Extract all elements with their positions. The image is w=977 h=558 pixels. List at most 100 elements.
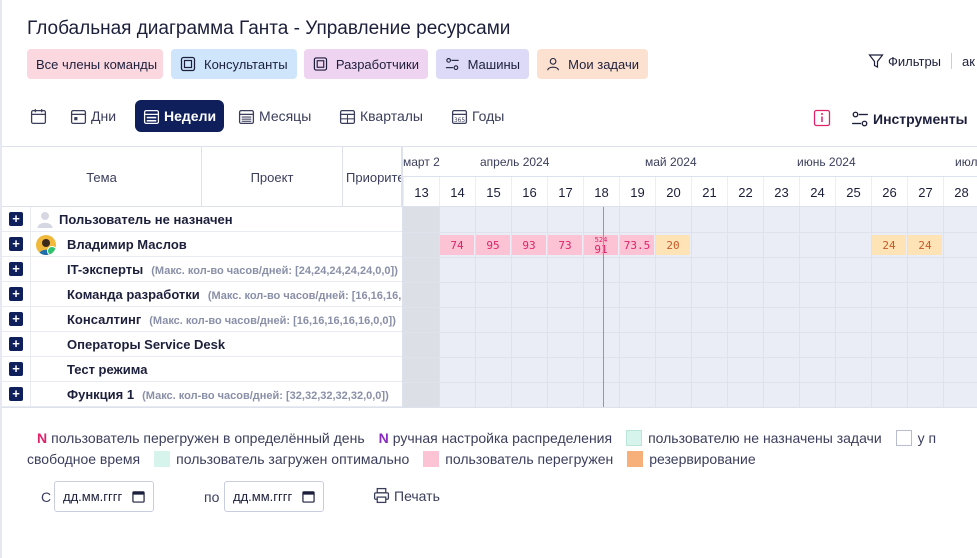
timeline-header: март 2 апрель 2024 май 2024 июнь 2024 ию… bbox=[402, 147, 977, 207]
resource-capacity: (Макс. кол-во часов/дней: [24,24,24,24,2… bbox=[151, 265, 398, 277]
chip-all-members[interactable]: Все члены команды bbox=[27, 49, 163, 79]
resource-name: Функция 1 (Макс. кол-во часов/дней: [32,3… bbox=[67, 387, 389, 402]
expand-button[interactable]: + bbox=[9, 362, 23, 376]
week-number: 14 bbox=[439, 177, 475, 206]
chip-consultants[interactable]: Консультанты bbox=[171, 49, 297, 79]
expand-button[interactable]: + bbox=[9, 212, 23, 226]
legend-text: пользователь загружен оптимально bbox=[176, 451, 410, 467]
chip-machines[interactable]: Машины bbox=[436, 49, 529, 79]
column-header-project[interactable]: Проект bbox=[202, 147, 343, 207]
expand-button[interactable]: + bbox=[9, 337, 23, 351]
expand-button[interactable]: + bbox=[9, 262, 23, 276]
week-number: 19 bbox=[619, 177, 655, 206]
grid-line bbox=[403, 232, 977, 233]
resource-name: Команда разработки (Макс. кол-во часов/дн… bbox=[67, 287, 454, 302]
legend-item-overloaded: пользователь перегружен bbox=[423, 451, 613, 467]
avatar bbox=[36, 235, 56, 255]
column-priority-label: Приорите bbox=[346, 169, 402, 185]
resource-name: IT-эксперты (Макс. кол-во часов/дней: [24… bbox=[67, 262, 398, 277]
scale-weeks-label: Недели bbox=[164, 108, 217, 124]
gantt-grid: Тема Проект Приорите март 2 апрель 2024 … bbox=[2, 146, 977, 408]
filters-button[interactable]: Фильтры ак bbox=[868, 53, 975, 69]
scale-months-button[interactable]: Месяцы bbox=[238, 100, 311, 132]
date-picker-icon[interactable] bbox=[132, 490, 145, 503]
calendar-button[interactable] bbox=[30, 100, 51, 132]
week-number: 25 bbox=[835, 177, 871, 206]
scale-years-button[interactable]: 365 Годы bbox=[451, 100, 504, 132]
chip-my-tasks[interactable]: Мои задачи bbox=[537, 49, 648, 79]
grid-line bbox=[403, 382, 977, 383]
resource-name: Тест режима bbox=[67, 362, 148, 377]
load-cell-overloaded[interactable]: 93 bbox=[512, 235, 546, 255]
scale-quarters-label: Кварталы bbox=[360, 108, 423, 124]
grid-line bbox=[403, 332, 977, 333]
month-label: май 2024 bbox=[645, 155, 697, 169]
load-cell-overloaded[interactable]: 95 bbox=[476, 235, 510, 255]
tools-button[interactable]: Инструменты bbox=[851, 110, 968, 128]
online-status-dot bbox=[47, 246, 56, 255]
info-icon[interactable] bbox=[813, 109, 831, 127]
legend-text: свободное время bbox=[27, 451, 141, 467]
unassigned-user-icon bbox=[37, 212, 53, 228]
expand-button[interactable]: + bbox=[9, 287, 23, 301]
load-cell-value: 91 bbox=[594, 243, 608, 256]
scale-days-button[interactable]: Дни bbox=[70, 100, 116, 132]
month-label: июл bbox=[955, 155, 977, 169]
scale-weeks-button[interactable]: Недели bbox=[135, 100, 225, 132]
column-header-tema[interactable]: Тема bbox=[2, 147, 202, 207]
legend-swatch bbox=[626, 430, 643, 446]
resource-capacity: (Макс. кол-во часов/дней: [32,32,32,32,3… bbox=[142, 390, 389, 402]
legend-n-red: N bbox=[37, 430, 48, 446]
expand-button[interactable]: + bbox=[9, 387, 23, 401]
legend-row-2: свободное время пользователь загружен оп… bbox=[27, 451, 770, 467]
legend-text: пользователь перегружен в определённый д… bbox=[51, 430, 365, 446]
date-from-placeholder: дд.мм.гггг bbox=[63, 489, 123, 504]
expand-button[interactable]: + bbox=[9, 312, 23, 326]
column-header-priority[interactable]: Приорите bbox=[343, 147, 402, 207]
legend-swatch bbox=[154, 451, 171, 467]
printer-icon bbox=[373, 487, 390, 504]
chip-developers-label: Разработчики bbox=[335, 56, 419, 72]
chip-machines-label: Машины bbox=[467, 56, 520, 72]
chip-consultants-label: Консультанты bbox=[204, 56, 288, 72]
legend-item-cut: у п bbox=[895, 430, 936, 446]
week-number: 24 bbox=[799, 177, 835, 206]
column-tema-label: Тема bbox=[86, 169, 117, 185]
print-button[interactable]: Печать bbox=[373, 487, 440, 504]
chip-developers[interactable]: Разработчики bbox=[304, 49, 428, 79]
load-cell-overloaded[interactable]: 73.5 bbox=[620, 235, 654, 255]
scale-months-label: Месяцы bbox=[259, 108, 312, 124]
load-cell-reserved[interactable]: 24 bbox=[908, 235, 942, 255]
calendar-day-icon bbox=[70, 109, 87, 124]
legend-item-free-time: свободное время bbox=[27, 451, 140, 467]
sliders-icon bbox=[445, 57, 459, 71]
user-icon bbox=[547, 57, 559, 71]
legend-swatch bbox=[627, 451, 644, 467]
legend-swatch bbox=[423, 451, 440, 467]
resource-title: IT-эксперты bbox=[67, 262, 144, 277]
load-cell-reserved[interactable]: 24 bbox=[872, 235, 906, 255]
load-cell-overloaded[interactable]: 74 bbox=[440, 235, 474, 255]
calendar-week-icon bbox=[143, 109, 160, 124]
filters-label: Фильтры bbox=[888, 53, 942, 69]
expand-button[interactable]: + bbox=[9, 237, 23, 251]
filters-separator bbox=[951, 53, 953, 69]
calendar-year-icon: 365 bbox=[451, 109, 468, 124]
date-to-label: по bbox=[204, 489, 220, 505]
timeline-body: 74 95 93 73 524 91 73.5 20 24 24 bbox=[402, 207, 977, 407]
legend-row-1: Nпользователь перегружен в определённый … bbox=[37, 430, 950, 446]
load-cell-reserved[interactable]: 20 bbox=[656, 235, 690, 255]
week-number: 22 bbox=[727, 177, 763, 206]
load-cell-overloaded[interactable]: 73 bbox=[548, 235, 582, 255]
chip-all-label: Все члены команды bbox=[36, 56, 158, 72]
date-from-input[interactable]: дд.мм.гггг bbox=[54, 481, 154, 512]
column-project-label: Проект bbox=[250, 169, 294, 185]
filter-icon bbox=[868, 54, 884, 68]
load-cell-overloaded[interactable]: 524 91 bbox=[584, 235, 618, 255]
chip-my-tasks-label: Мои задачи bbox=[568, 56, 639, 72]
date-picker-icon[interactable] bbox=[302, 490, 315, 503]
date-to-input[interactable]: дд.мм.гггг bbox=[224, 481, 324, 512]
scale-quarters-button[interactable]: Кварталы bbox=[339, 100, 423, 132]
resource-capacity: (Макс. кол-во часов/дней: [16,16,16,16,1… bbox=[149, 315, 396, 327]
week-number: 23 bbox=[763, 177, 799, 206]
